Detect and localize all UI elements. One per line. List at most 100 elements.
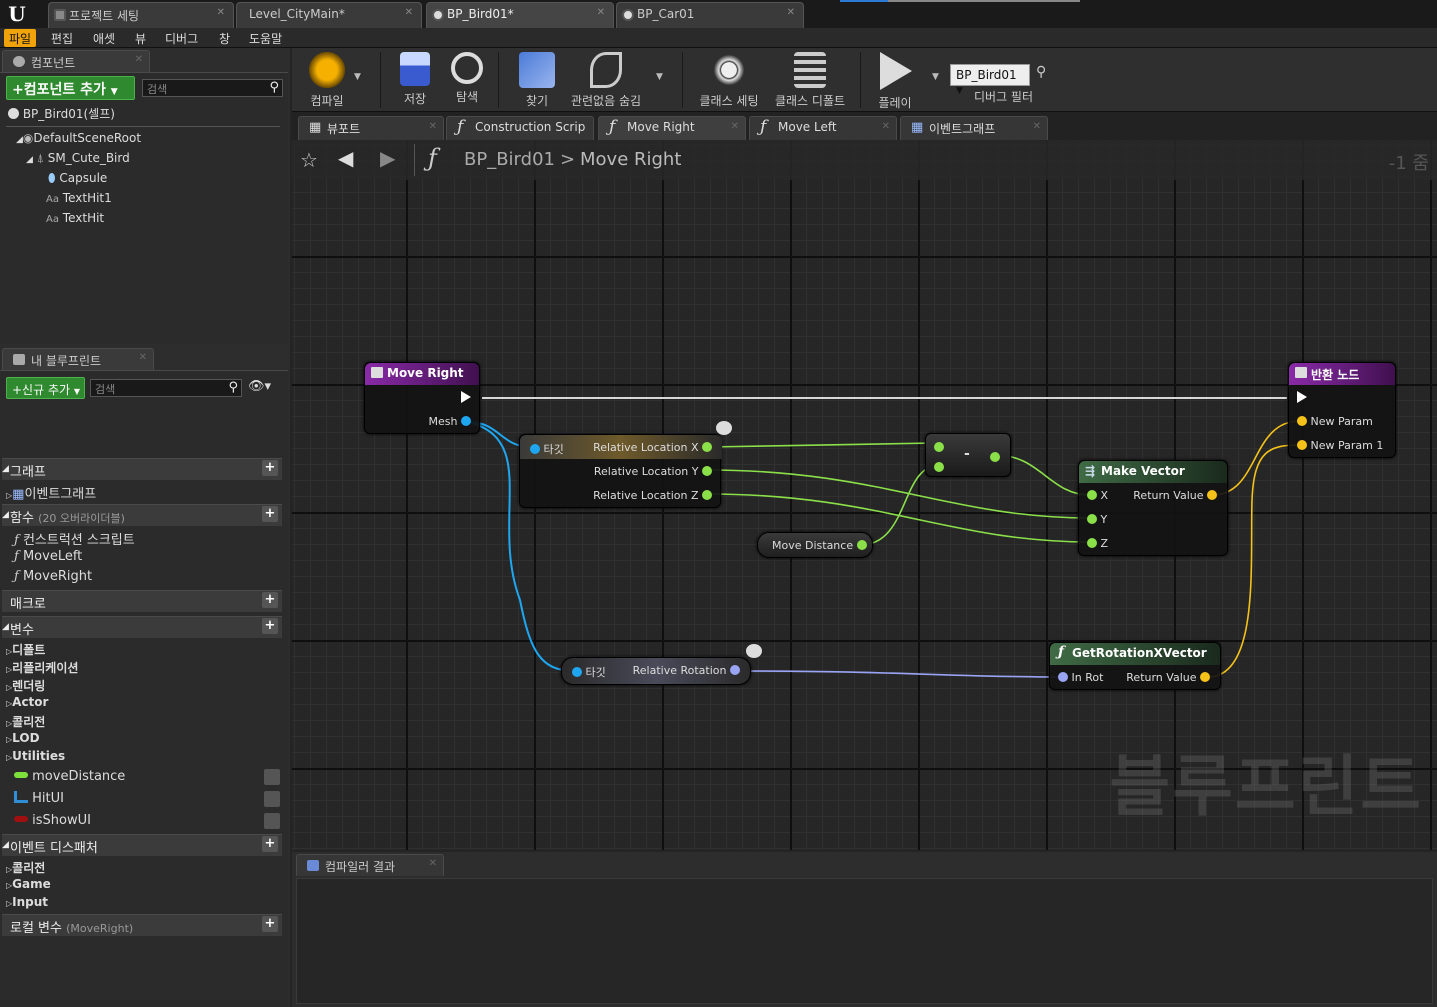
pin-in-rot[interactable]: In Rot: [1058, 671, 1103, 684]
exec-out-pin[interactable]: [461, 391, 471, 403]
tab-viewport[interactable]: ▦ 뷰포트 ✕: [298, 116, 444, 140]
close-icon[interactable]: ✕: [429, 858, 437, 869]
doc-tab-project-settings[interactable]: 프로젝트 세팅 ✕: [48, 2, 234, 28]
pin-y[interactable]: Y: [1087, 513, 1107, 526]
components-search-input[interactable]: 검색 ⚲: [142, 79, 283, 97]
class-defaults-button[interactable]: 클래스 디폴트: [772, 50, 848, 110]
subtract-node[interactable]: -: [925, 433, 1011, 477]
dispatcher-category-input[interactable]: ▷Input: [6, 895, 48, 909]
get-relative-location-node[interactable]: 타깃 Relative Location X Relative Location…: [519, 421, 732, 508]
pin-move-distance[interactable]: Move Distance: [772, 539, 867, 552]
return-node[interactable]: 반환 노드 New Param New Param 1: [1288, 362, 1396, 458]
var-category-utilities[interactable]: ▷Utilities: [6, 749, 65, 763]
components-tab[interactable]: 컴포넌트 ✕: [2, 50, 150, 72]
favorite-star-icon[interactable]: ☆: [300, 148, 318, 172]
debug-object-select[interactable]: BP_Bird01 ▼: [950, 64, 1030, 96]
doc-tab-bp-bird01[interactable]: BP_Bird01* ✕: [426, 2, 614, 28]
dispatchers-category[interactable]: ◢ 이벤트 디스패처 +: [2, 834, 282, 856]
get-rotation-x-vector-node[interactable]: ƒ GetRotationXVector In Rot Return Value: [1049, 642, 1221, 690]
pin-new-param[interactable]: New Param: [1297, 415, 1373, 428]
menu-debug[interactable]: 디버그: [160, 29, 203, 47]
make-vector-node[interactable]: ⇶ Make Vector X Y Z Return Value: [1078, 460, 1228, 556]
play-button[interactable]: 플레이: [872, 50, 918, 110]
tab-move-right[interactable]: ƒ Move Right ✕: [598, 116, 746, 140]
graph-item-eventgraph[interactable]: ▷▦이벤트그래프: [0, 483, 288, 502]
class-settings-button[interactable]: 클래스 세팅: [696, 50, 762, 110]
var-category-collision[interactable]: ▷콜리전: [6, 713, 45, 730]
tree-item-defaultsceneroot[interactable]: ◢◉DefaultSceneRoot: [16, 131, 141, 145]
compile-options-chevron-icon[interactable]: ▼: [354, 72, 361, 82]
hide-unrelated-chevron-icon[interactable]: ▼: [656, 72, 663, 82]
macros-category[interactable]: 매크로 +: [2, 590, 282, 612]
close-icon[interactable]: ✕: [135, 54, 143, 65]
function-item-construction[interactable]: ƒ 컨스트럭션 스크립트: [0, 529, 288, 548]
compiler-results-tab[interactable]: 컴파일러 결과 ✕: [296, 854, 444, 876]
close-icon[interactable]: ✕: [731, 121, 739, 132]
self-item[interactable]: BP_Bird01(셀프): [8, 105, 115, 122]
tree-item-capsule[interactable]: ⬮ Capsule: [48, 171, 107, 186]
doc-tab-level[interactable]: Level_CityMain* ✕: [236, 2, 422, 28]
browse-button[interactable]: 탐색: [444, 50, 490, 110]
save-button[interactable]: 저장: [392, 50, 438, 110]
my-blueprint-tab[interactable]: 내 블루프린트 ✕: [2, 348, 154, 370]
function-item-moveright[interactable]: ƒ MoveRight: [0, 569, 288, 584]
functions-category[interactable]: ◢ 함수 (20 오버라이더블) +: [2, 504, 282, 526]
tree-item-sm-cute-bird[interactable]: ◢ ⍋ SM_Cute_Bird: [26, 151, 130, 166]
menu-help[interactable]: 도움말: [244, 29, 287, 47]
tab-event-graph[interactable]: ▦ 이벤트그래프 ✕: [900, 116, 1048, 140]
visibility-eye-icon[interactable]: [264, 769, 280, 785]
add-local-variable-button[interactable]: +: [262, 916, 278, 932]
play-options-chevron-icon[interactable]: ▼: [932, 72, 939, 82]
unreal-logo-icon[interactable]: U: [4, 2, 30, 26]
add-graph-button[interactable]: +: [262, 460, 278, 476]
variable-item-isshowui[interactable]: isShowUI: [0, 813, 288, 829]
visibility-eye-icon[interactable]: [264, 813, 280, 829]
pin-target[interactable]: 타깃: [530, 441, 564, 457]
variable-item-hitui[interactable]: HitUI: [0, 791, 288, 807]
var-category-rendering[interactable]: ▷렌더링: [6, 677, 45, 694]
close-icon[interactable]: ✕: [139, 352, 147, 363]
exec-in-pin[interactable]: [1297, 391, 1307, 403]
pin-mesh[interactable]: Mesh: [429, 415, 471, 428]
tree-item-texthit1[interactable]: Aa TextHit1: [46, 191, 112, 205]
compiler-log-area[interactable]: [296, 878, 1433, 1004]
pin-a[interactable]: [934, 440, 944, 454]
close-icon[interactable]: ✕: [787, 7, 795, 18]
function-item-moveleft[interactable]: ƒ MoveLeft: [0, 549, 288, 564]
visibility-eye-icon[interactable]: [264, 791, 280, 807]
add-new-button[interactable]: +신규 추가 ▼: [6, 377, 85, 399]
dispatcher-category-game[interactable]: ▷Game: [6, 877, 51, 891]
pin-b[interactable]: [934, 460, 944, 474]
entry-node-move-right[interactable]: Move Right Mesh: [364, 362, 480, 434]
menu-window[interactable]: 창: [214, 29, 235, 47]
variables-category[interactable]: ◢ 변수 +: [2, 616, 282, 638]
add-function-button[interactable]: +: [262, 506, 278, 522]
close-icon[interactable]: ✕: [217, 7, 225, 18]
var-category-lod[interactable]: ▷LOD: [6, 731, 40, 745]
forward-arrow-icon[interactable]: ▶: [380, 146, 395, 170]
local-variables-category[interactable]: 로컬 변수 (MoveRight) +: [2, 914, 282, 936]
breadcrumb-blueprint[interactable]: BP_Bird01: [464, 149, 555, 170]
add-dispatcher-button[interactable]: +: [262, 836, 278, 852]
pin-relative-location-z[interactable]: Relative Location Z: [593, 489, 712, 502]
pin-relative-rotation[interactable]: Relative Rotation: [633, 664, 740, 677]
pin-z[interactable]: Z: [1087, 537, 1108, 550]
tab-construction-script[interactable]: ƒ Construction Scrip: [446, 116, 594, 140]
hide-unrelated-button[interactable]: 관련없음 숨김: [566, 50, 646, 110]
compile-button[interactable]: 컴파일: [298, 50, 356, 110]
var-category-replication[interactable]: ▷리플리케이션: [6, 659, 78, 676]
graphs-category[interactable]: ◢ 그래프 +: [2, 458, 282, 480]
close-icon[interactable]: ✕: [1033, 121, 1041, 132]
menu-file[interactable]: 파일: [4, 29, 37, 47]
menu-edit[interactable]: 편집: [46, 29, 78, 47]
pin-return-value[interactable]: Return Value: [1133, 489, 1217, 502]
var-category-default[interactable]: ▷디폴트: [6, 641, 45, 658]
breadcrumb-function[interactable]: Move Right: [580, 149, 681, 170]
pin-result[interactable]: [990, 450, 1000, 464]
back-arrow-icon[interactable]: ◀: [338, 146, 353, 170]
add-macro-button[interactable]: +: [262, 592, 278, 608]
debug-search-icon[interactable]: ⚲: [1036, 64, 1046, 80]
pin-target[interactable]: 타깃: [572, 664, 606, 680]
tree-item-texthit[interactable]: Aa TextHit: [46, 211, 104, 225]
menu-asset[interactable]: 애셋: [88, 29, 120, 47]
